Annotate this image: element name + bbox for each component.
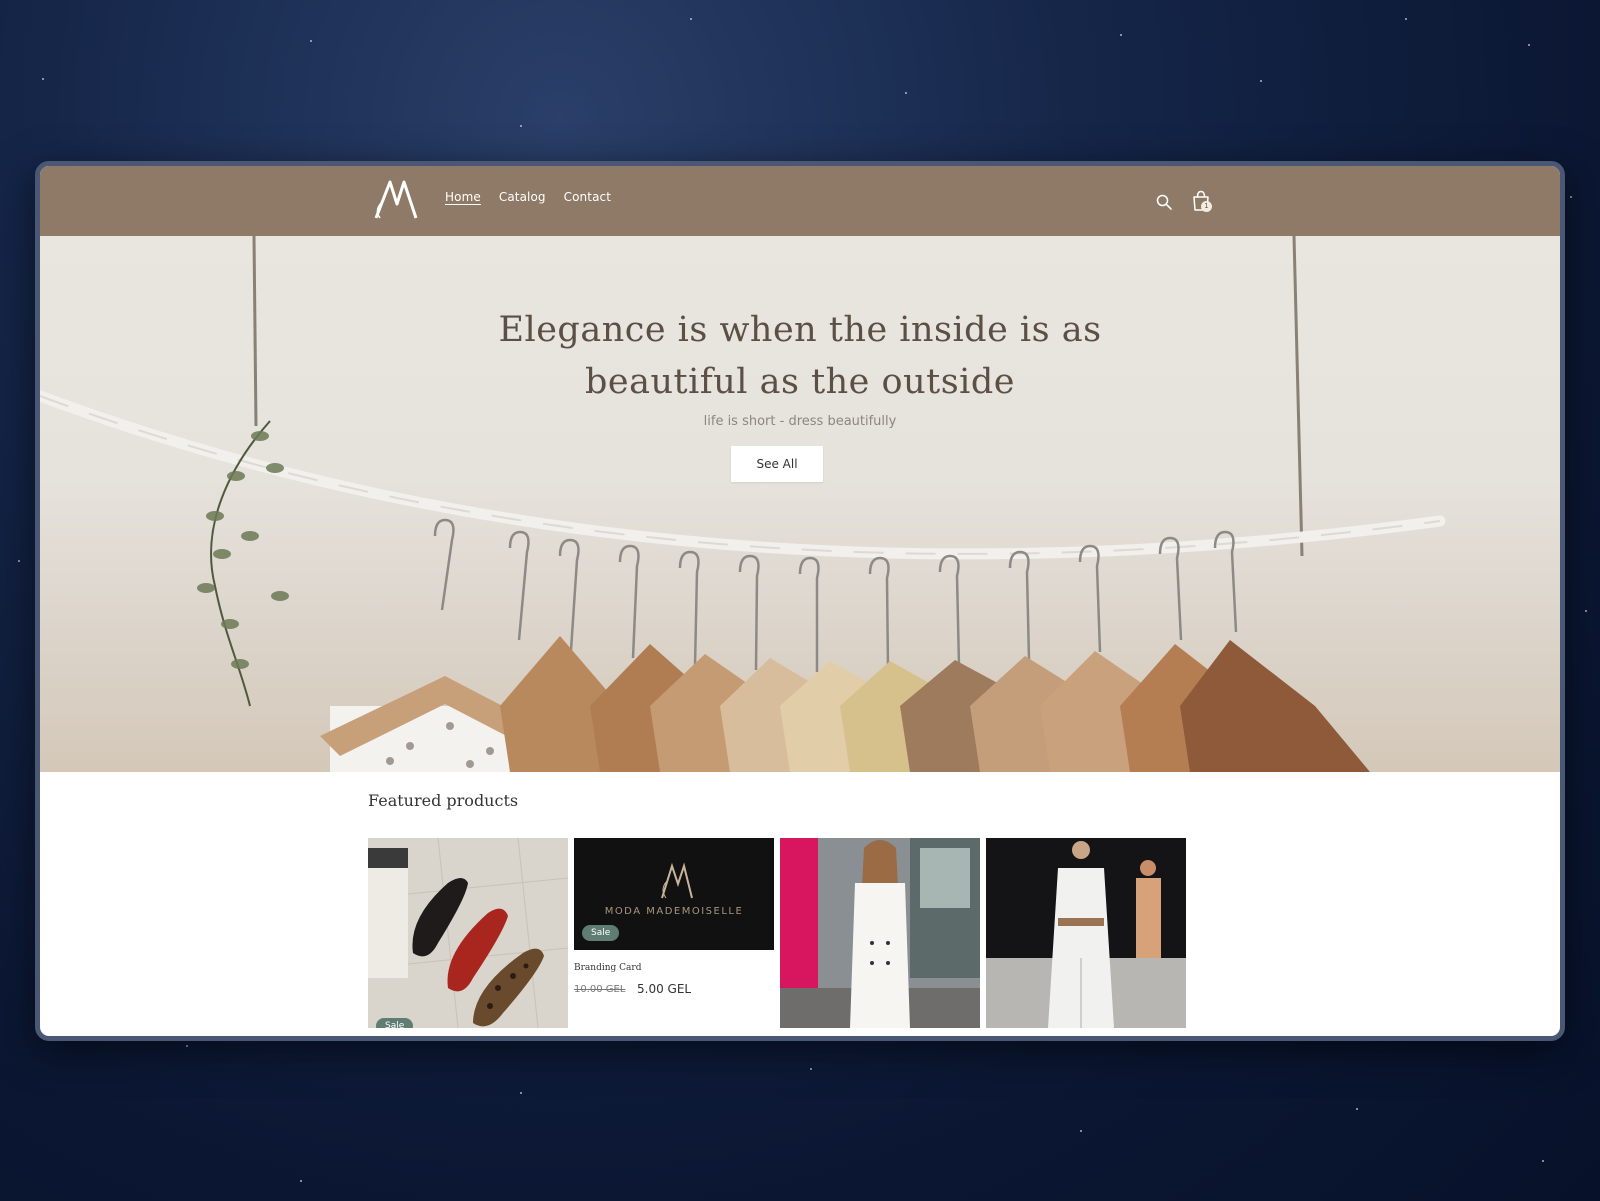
product-name[interactable]: Branding Card bbox=[574, 963, 641, 973]
product-card[interactable] bbox=[986, 838, 1186, 1028]
site-header: Home Catalog Contact 1 bbox=[40, 166, 1560, 236]
nav-catalog[interactable]: Catalog bbox=[499, 190, 546, 204]
product-image-white-coat bbox=[780, 838, 980, 1028]
hero-title: Elegance is when the inside is as beauti… bbox=[498, 310, 1102, 402]
product-image-shoes bbox=[368, 838, 568, 1028]
main-nav: Home Catalog Contact bbox=[445, 190, 611, 204]
browser-window: Home Catalog Contact 1 Elegance is when … bbox=[35, 161, 1565, 1041]
cart-count-badge: 1 bbox=[1201, 201, 1212, 212]
product-price: 5.00 GEL bbox=[637, 982, 692, 996]
featured-products-title: Featured products bbox=[368, 791, 519, 810]
hero-subtitle: life is short - dress beautifully bbox=[703, 414, 897, 429]
product-card[interactable]: Sale bbox=[368, 838, 568, 1028]
product-card[interactable] bbox=[780, 838, 980, 1028]
see-all-button[interactable]: See All bbox=[731, 446, 823, 482]
product-card[interactable]: MODA MADEMOISELLE Sale Branding Card 10.… bbox=[574, 838, 774, 1028]
product-image-runway bbox=[986, 838, 1186, 1028]
search-icon[interactable] bbox=[1155, 193, 1173, 211]
sale-badge: Sale bbox=[376, 1018, 414, 1028]
brand-name: MODA MADEMOISELLE bbox=[604, 906, 744, 917]
sale-badge: Sale bbox=[582, 925, 620, 941]
brand-logo[interactable] bbox=[370, 178, 420, 222]
nav-contact[interactable]: Contact bbox=[564, 190, 611, 204]
nav-home[interactable]: Home bbox=[445, 190, 481, 204]
hero-banner: Elegance is when the inside is as beauti… bbox=[40, 236, 1560, 772]
product-old-price: 10.00 GEL bbox=[574, 984, 626, 995]
